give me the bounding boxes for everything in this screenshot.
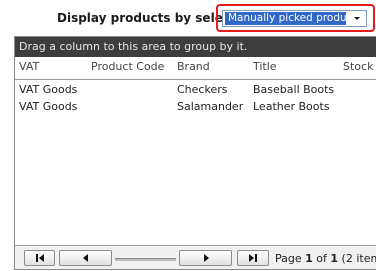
total-pages: 1 [330, 252, 339, 265]
column-header-product-code[interactable]: Product Code [91, 60, 164, 73]
page-of: of [312, 252, 331, 265]
products-grid: Drag a column to this area to group by i… [14, 36, 376, 270]
previous-page-icon [82, 254, 88, 262]
page-info: Page 1 of 1 (2 items [275, 252, 376, 265]
last-page-button[interactable] [237, 250, 269, 266]
previous-page-button[interactable] [59, 250, 112, 266]
chevron-down-icon[interactable] [349, 12, 365, 25]
first-page-button[interactable] [24, 250, 55, 266]
cell-vat: VAT Goods [19, 100, 78, 113]
current-page: 1 [305, 252, 313, 265]
next-page-icon [203, 254, 209, 262]
table-row[interactable]: VAT Goods Checkers Baseball Boots [15, 81, 376, 98]
cell-title: Baseball Boots [253, 83, 335, 96]
column-header-title[interactable]: Title [253, 60, 277, 73]
cell-brand: Salamander [177, 100, 244, 113]
cell-title: Leather Boots [253, 100, 330, 113]
column-header-brand[interactable]: Brand [177, 60, 210, 73]
next-page-button[interactable] [179, 250, 232, 266]
page-slider[interactable] [115, 258, 176, 261]
group-by-panel[interactable]: Drag a column to this area to group by i… [15, 37, 376, 57]
column-header-row: VAT Product Code Brand Title Stock [15, 57, 376, 80]
dropdown-selected-value: Manually picked products [225, 12, 346, 25]
cell-vat: VAT Goods [19, 83, 78, 96]
last-page-icon [249, 254, 257, 262]
display-products-dropdown[interactable]: Manually picked products [222, 10, 367, 27]
column-header-stock[interactable]: Stock [343, 60, 373, 73]
item-count: (2 items [341, 252, 376, 265]
column-header-vat[interactable]: VAT [19, 60, 39, 73]
table-row[interactable]: VAT Goods Salamander Leather Boots [15, 98, 376, 115]
page-prefix: Page [275, 252, 306, 265]
first-page-icon [35, 254, 44, 262]
cell-brand: Checkers [177, 83, 228, 96]
pager-bar: Page 1 of 1 (2 items [15, 245, 376, 269]
